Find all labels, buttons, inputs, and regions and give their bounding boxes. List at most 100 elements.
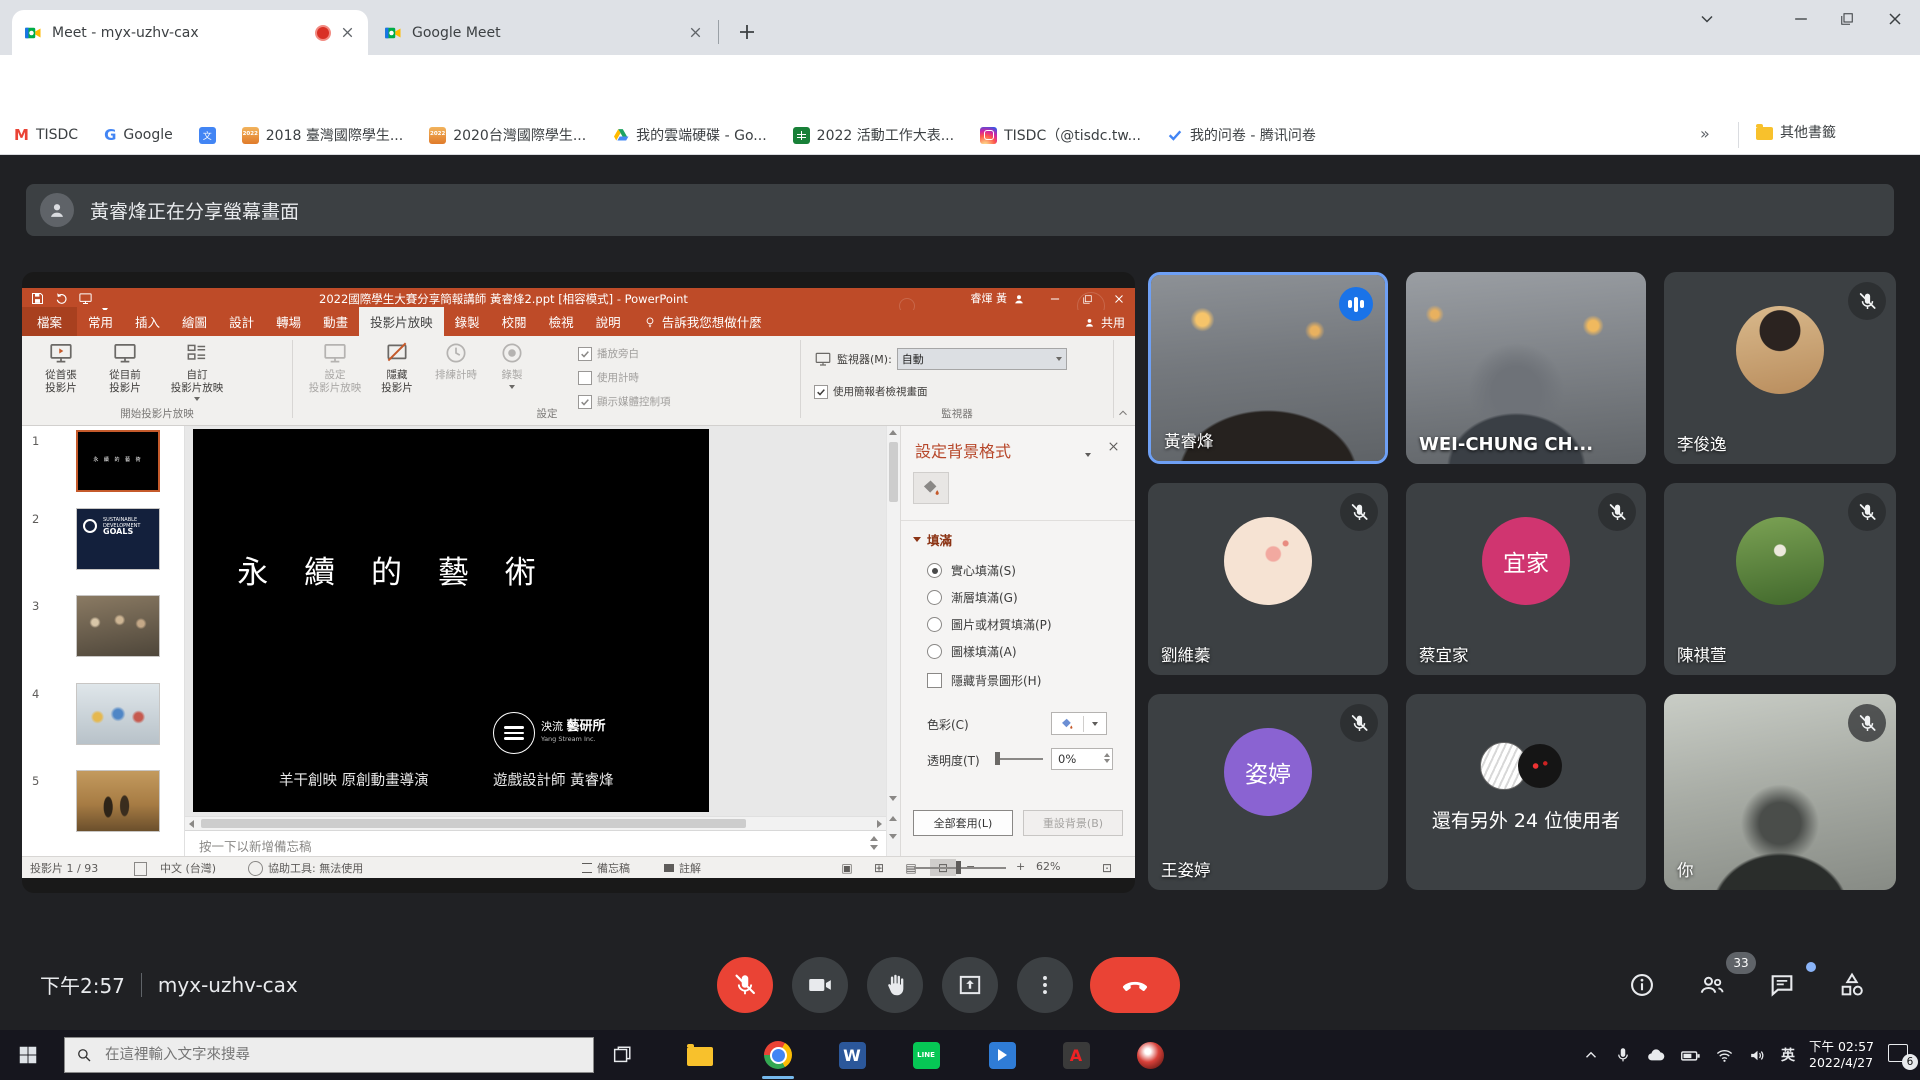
tray-mic-icon[interactable] xyxy=(1614,1046,1632,1064)
ribbon-collapse-chevron[interactable] xyxy=(1116,406,1130,420)
transparency-slider-handle[interactable] xyxy=(995,752,1000,765)
bookmark-sheet[interactable]: 2022 活動工作大表... xyxy=(793,125,954,145)
bookmark-2020-contest[interactable]: 20222020台灣國際學生... xyxy=(429,125,586,145)
record-button[interactable]: 錄製 xyxy=(490,340,534,389)
fill-section-header[interactable]: 填滿 xyxy=(913,530,952,549)
accessibility-status[interactable]: 協助工具: 無法使用 xyxy=(268,860,363,876)
horizontal-scrollbar[interactable] xyxy=(185,816,886,830)
notification-center-button[interactable]: 6 xyxy=(1888,1044,1912,1066)
tab-close-icon[interactable] xyxy=(687,24,704,41)
ppt-tab-view[interactable]: 檢視 xyxy=(538,307,585,336)
from-start-button[interactable]: 從首張 投影片 xyxy=(32,340,90,394)
window-maximize-button[interactable] xyxy=(1824,0,1870,38)
taskbar-search-box[interactable] xyxy=(64,1037,594,1073)
app-icon[interactable] xyxy=(1126,1030,1174,1080)
ppt-share-button[interactable]: 共用 xyxy=(1083,314,1125,331)
ppt-tab-animation[interactable]: 動畫 xyxy=(312,307,359,336)
notes-bar[interactable]: 按一下以新增備忘稿 xyxy=(185,830,886,856)
solid-fill-radio[interactable]: 實心填滿(S) xyxy=(927,562,1016,579)
taskbar-clock[interactable]: 下午 02:57 2022/4/27 xyxy=(1809,1039,1874,1071)
chrome-icon[interactable] xyxy=(754,1030,802,1080)
start-button[interactable] xyxy=(4,1030,52,1080)
slide-thumbnail-2[interactable]: SUSTAINABLE DEVELOPMENT GOALS xyxy=(76,508,160,570)
hide-slide-button[interactable]: 隱藏 投影片 xyxy=(372,340,422,394)
tab-close-icon[interactable] xyxy=(339,24,356,41)
rehearse-timings-button[interactable]: 排練計時 xyxy=(428,340,484,382)
notes-toggle-button[interactable]: 備忘稿 xyxy=(582,860,630,876)
ppt-tab-insert[interactable]: 插入 xyxy=(124,307,171,336)
notes-collapse-icon[interactable] xyxy=(870,845,878,850)
line-icon[interactable]: LINE xyxy=(902,1030,950,1080)
task-view-button[interactable] xyxy=(598,1030,646,1080)
bookmark-tisdc[interactable]: MTISDC xyxy=(14,126,78,144)
ppt-tab-review[interactable]: 校閱 xyxy=(491,307,538,336)
file-explorer-icon[interactable] xyxy=(676,1030,724,1080)
other-bookmarks-folder[interactable]: 其他書籤 xyxy=(1756,122,1836,142)
fit-to-window-button[interactable]: ⊡ xyxy=(1094,859,1120,876)
volume-icon[interactable] xyxy=(1748,1046,1767,1065)
monitor-dropdown[interactable]: 自動 xyxy=(897,348,1067,370)
wifi-icon[interactable] xyxy=(1715,1046,1734,1065)
mic-toggle-button[interactable] xyxy=(717,957,773,1013)
presenter-view-checkbox[interactable]: 使用簡報者檢視畫面 xyxy=(814,384,928,399)
panel-dropdown-caret[interactable] xyxy=(1085,442,1091,461)
next-slide-icon[interactable] xyxy=(889,834,897,839)
participant-tile[interactable]: 陳祺萱 xyxy=(1664,483,1896,675)
ppt-tab-slideshow[interactable]: 投影片放映 xyxy=(359,307,444,336)
participant-tile-speaking[interactable]: 黃睿烽 xyxy=(1148,272,1388,464)
tab-search-chevron-icon[interactable] xyxy=(1684,0,1730,38)
bookmark-google[interactable]: GGoogle xyxy=(104,126,173,144)
from-current-button[interactable]: 從目前 投影片 xyxy=(96,340,154,394)
notes-placeholder[interactable]: 按一下以新增備忘稿 xyxy=(199,836,312,855)
gradient-fill-radio[interactable]: 漸層填滿(G) xyxy=(927,589,1018,606)
current-slide[interactable]: 永 續 的 藝 術 泱流 藝研所 Yang Stream Inc. 羊干創映 原… xyxy=(193,429,709,812)
comments-toggle-button[interactable]: 註解 xyxy=(664,860,701,876)
search-input[interactable] xyxy=(103,1046,567,1064)
camera-toggle-button[interactable] xyxy=(792,957,848,1013)
overflow-participants-tile[interactable]: 還有另外 24 位使用者 xyxy=(1406,694,1646,890)
participant-tile[interactable]: 姿婷 王姿婷 xyxy=(1148,694,1388,890)
ppt-tell-me[interactable]: 告訴我您想做什麼 xyxy=(632,307,773,336)
vscroll-thumb[interactable] xyxy=(889,442,898,502)
raise-hand-button[interactable] xyxy=(867,957,923,1013)
transparency-value-box[interactable]: 0% xyxy=(1051,748,1113,770)
slide-thumbnail-5[interactable] xyxy=(76,770,160,832)
bookmark-translate[interactable]: 文 xyxy=(199,127,216,144)
participant-tile[interactable]: 劉維蓁 xyxy=(1148,483,1388,675)
scroll-up-icon[interactable] xyxy=(889,430,897,435)
previous-slide-icon[interactable] xyxy=(889,816,897,821)
bookmark-instagram[interactable]: TISDC（@tisdc.tw... xyxy=(980,125,1141,145)
word-icon[interactable]: W xyxy=(828,1030,876,1080)
bookmark-survey[interactable]: 我的问卷 - 腾讯问卷 xyxy=(1167,125,1316,145)
reset-background-button[interactable]: 重設背景(B) xyxy=(1023,810,1123,836)
window-minimize-button[interactable] xyxy=(1778,0,1824,38)
vertical-scrollbar[interactable] xyxy=(886,426,900,856)
transparency-slider-track[interactable] xyxy=(997,758,1043,760)
scroll-down-icon[interactable] xyxy=(889,796,897,801)
ppt-tab-draw[interactable]: 繪圖 xyxy=(171,307,218,336)
battery-icon[interactable] xyxy=(1680,1045,1701,1066)
slide-thumbnail-4[interactable] xyxy=(76,683,160,745)
onedrive-icon[interactable] xyxy=(1646,1045,1666,1065)
panel-close-icon[interactable] xyxy=(1106,439,1121,454)
bookmark-drive[interactable]: 我的雲端硬碟 - Go... xyxy=(612,125,766,145)
input-language-indicator[interactable]: 英 xyxy=(1781,1045,1795,1065)
pattern-fill-radio[interactable]: 圖樣填滿(A) xyxy=(927,643,1017,660)
fill-tab-icon[interactable] xyxy=(913,472,949,504)
view-sorter-button[interactable]: ⊞ xyxy=(866,859,892,876)
picture-fill-radio[interactable]: 圖片或材質填滿(P) xyxy=(927,616,1052,633)
zoom-slider-thumb[interactable] xyxy=(956,861,961,874)
hscroll-thumb[interactable] xyxy=(201,819,746,828)
hidden-icons-chevron[interactable] xyxy=(1582,1046,1600,1064)
ppt-account-icon[interactable] xyxy=(1003,288,1035,310)
ppt-tab-file[interactable]: 檔案 xyxy=(22,307,77,336)
ppt-tab-record[interactable]: 錄製 xyxy=(444,307,491,336)
use-timings-checkbox[interactable]: 使用計時 xyxy=(578,370,639,385)
tab-meet[interactable]: Meet - myx-uzhv-cax xyxy=(12,10,368,55)
bookmark-2018-contest[interactable]: 20222018 臺灣國際學生... xyxy=(242,125,403,145)
screen-share-tile[interactable]: 2022國際學生大賽分享簡報講師 黃睿烽2.ppt [相容模式] - Power… xyxy=(22,272,1135,893)
chat-button[interactable] xyxy=(1768,971,1796,999)
color-dropdown[interactable] xyxy=(1051,712,1107,735)
ppt-restore-button[interactable] xyxy=(1071,288,1103,310)
ppt-close-button[interactable] xyxy=(1103,288,1135,310)
